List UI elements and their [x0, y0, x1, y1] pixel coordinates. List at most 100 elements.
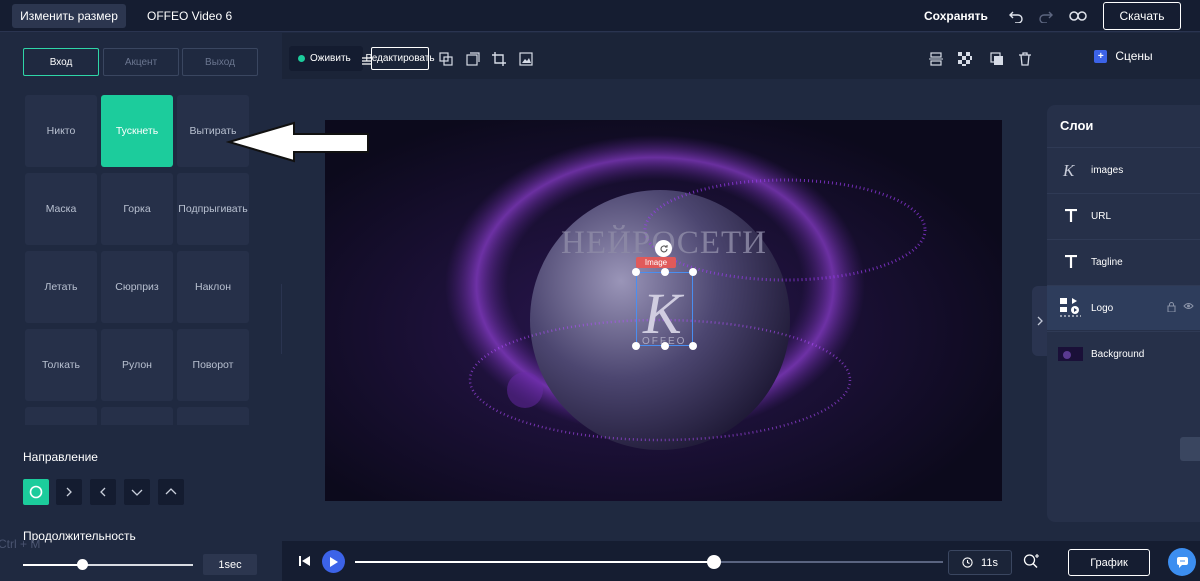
chevron-left-icon	[100, 487, 106, 497]
collapse-right-panel-button[interactable]	[1032, 286, 1047, 356]
tab-exit[interactable]: Выход	[182, 48, 258, 76]
selection-box[interactable]: K	[636, 272, 693, 346]
tab-emphasis[interactable]: Акцент	[103, 48, 179, 76]
resize-handle-br[interactable]	[689, 342, 697, 350]
trash-icon[interactable]	[1016, 50, 1034, 68]
anim-tilt[interactable]: Наклон	[177, 251, 249, 323]
edit-button[interactable]: Редактировать	[365, 47, 435, 70]
download-button[interactable]: Скачать	[1103, 2, 1181, 30]
image-icon[interactable]	[517, 50, 535, 68]
rotate-handle-icon[interactable]	[655, 240, 672, 257]
scenes-button[interactable]: + Сцены	[1047, 33, 1200, 79]
anim-more-2[interactable]	[101, 407, 173, 425]
transparency-icon[interactable]	[956, 50, 974, 68]
duration-display[interactable]: 11s	[948, 550, 1012, 575]
duration-slider-fill	[23, 564, 83, 566]
replace-image-icon[interactable]	[464, 50, 482, 68]
layer-label: URL	[1091, 210, 1112, 222]
undo-icon[interactable]	[1006, 6, 1026, 26]
chevron-down-icon	[131, 489, 143, 496]
save-button[interactable]: Сохранять	[924, 9, 988, 23]
chevron-up-icon	[165, 488, 177, 495]
direction-up-button[interactable]	[158, 479, 184, 505]
direction-label: Направление	[23, 450, 98, 464]
resize-handle-tl[interactable]	[632, 268, 640, 276]
direction-none-button[interactable]	[23, 479, 49, 505]
layer-logo[interactable]: Logo	[1047, 285, 1200, 330]
group-icon	[1058, 298, 1083, 318]
anim-none[interactable]: Никто	[25, 95, 97, 167]
animation-grid: Никто Тускнеть Вытирать Маска Горка Подп…	[24, 95, 250, 425]
direction-left-button[interactable]	[90, 479, 116, 505]
chat-support-button[interactable]	[1168, 548, 1196, 576]
play-icon	[329, 556, 338, 567]
circle-icon	[29, 485, 43, 499]
resize-button[interactable]: Изменить размер	[12, 4, 126, 28]
resize-handle-bl[interactable]	[632, 342, 640, 350]
editor-toolbar: Оживить Редактировать	[282, 33, 1047, 79]
anim-roll[interactable]: Рулон	[101, 329, 173, 401]
anim-more-1[interactable]	[25, 407, 97, 425]
anim-mask[interactable]: Маска	[25, 173, 97, 245]
timeline-scrubber[interactable]	[355, 555, 943, 569]
video-thumb-icon	[1058, 344, 1083, 364]
crop-icon[interactable]	[490, 50, 508, 68]
brand-text: OFFEO	[642, 336, 687, 347]
layer-images[interactable]: K images	[1047, 147, 1200, 192]
graph-button[interactable]: График	[1068, 549, 1150, 576]
tab-entrance[interactable]: Вход	[23, 48, 99, 76]
anim-fly[interactable]: Летать	[25, 251, 97, 323]
timeline-bar: 11s График	[282, 541, 1200, 581]
layers-panel: Слои K images URL Tagline Logo Backgroun…	[1047, 105, 1200, 522]
duration-value[interactable]: 1sec	[203, 554, 257, 575]
zoom-icon[interactable]	[1023, 553, 1041, 572]
link-icon[interactable]	[1068, 6, 1088, 26]
clock-icon	[962, 557, 973, 568]
chevron-right-icon	[66, 487, 72, 497]
layer-background[interactable]: Background	[1047, 331, 1200, 376]
toggle-dot-icon	[298, 55, 305, 62]
arrow-annotation-icon	[226, 121, 369, 163]
layer-tagline[interactable]: Tagline	[1047, 239, 1200, 284]
layer-label: Logo	[1091, 302, 1114, 314]
duration-text: 11s	[981, 556, 998, 569]
anim-more-3[interactable]	[177, 407, 249, 425]
side-panel-toggle[interactable]	[1180, 437, 1200, 461]
duplicate-icon[interactable]	[437, 50, 455, 68]
project-title[interactable]: OFFEO Video 6	[147, 9, 232, 23]
play-button[interactable]	[322, 550, 345, 573]
timeline-playhead[interactable]	[706, 555, 721, 569]
lock-icon[interactable]	[1167, 302, 1176, 314]
svg-text:K: K	[1062, 161, 1076, 179]
anim-rotate[interactable]: Поворот	[177, 329, 249, 401]
layer-label: images	[1091, 164, 1124, 176]
animation-panel: Вход Акцент Выход Никто Тускнеть Вытират…	[0, 33, 282, 581]
resize-handle-tc[interactable]	[661, 268, 669, 276]
text-icon	[1058, 252, 1083, 272]
text-icon	[1058, 206, 1083, 226]
resize-handle-tr[interactable]	[689, 268, 697, 276]
direction-down-button[interactable]	[124, 479, 150, 505]
anim-push[interactable]: Толкать	[25, 329, 97, 401]
timeline-progress	[355, 561, 714, 563]
monogram-thumb-icon: K	[1058, 160, 1083, 180]
anim-fade[interactable]: Тускнеть	[101, 95, 173, 167]
chevron-right-icon	[1037, 316, 1043, 326]
shortcut-hint: Ctrl + M	[0, 537, 41, 551]
duration-slider[interactable]	[23, 559, 193, 570]
chat-icon	[1176, 557, 1188, 568]
eye-icon[interactable]	[1183, 302, 1194, 314]
align-icon[interactable]	[927, 50, 945, 68]
anim-surprise[interactable]: Сюрприз	[101, 251, 173, 323]
direction-right-button[interactable]	[56, 479, 82, 505]
layers-title: Слои	[1060, 118, 1094, 133]
animate-button[interactable]: Оживить	[289, 46, 363, 71]
layer-url[interactable]: URL	[1047, 193, 1200, 238]
top-bar: Изменить размер OFFEO Video 6 Сохранять …	[0, 0, 1200, 32]
anim-slide[interactable]: Горка	[101, 173, 173, 245]
anim-bounce[interactable]: Подпрыгивать	[177, 173, 249, 245]
duration-slider-handle[interactable]	[77, 559, 88, 570]
redo-icon[interactable]	[1036, 6, 1056, 26]
skip-back-icon[interactable]	[299, 555, 311, 570]
layer-order-icon[interactable]	[988, 50, 1006, 68]
